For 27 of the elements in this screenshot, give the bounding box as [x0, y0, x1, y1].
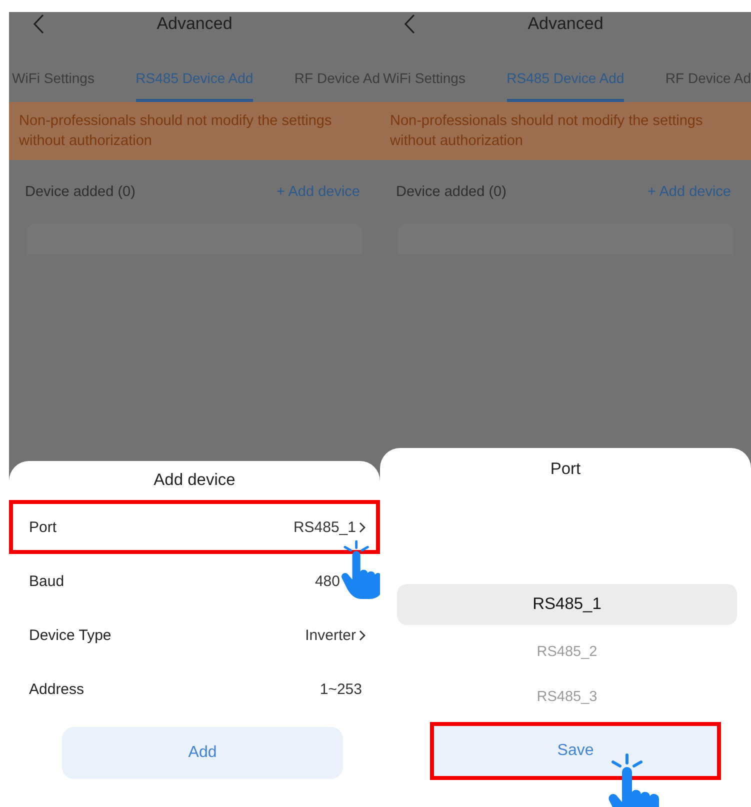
warning-banner: Non-professionals should not modify the settings without authorization	[9, 102, 380, 160]
row-value[interactable]: 1~253	[320, 680, 362, 698]
tap-hand-icon	[607, 752, 661, 807]
back-icon[interactable]	[402, 12, 417, 36]
device-count: Device added (0)	[25, 184, 136, 200]
row-label: Address	[29, 680, 84, 698]
back-icon[interactable]	[31, 12, 46, 36]
row-label: Port	[29, 518, 57, 536]
row-value[interactable]: 480	[314, 572, 340, 590]
add-button[interactable]: Add	[62, 727, 343, 779]
add-device-link[interactable]: + Add device	[648, 184, 731, 200]
picker-option[interactable]: RS485_2	[397, 629, 737, 674]
picker-option[interactable]: RS485_1	[397, 584, 737, 625]
warning-banner: Non-professionals should not modify the settings without authorization	[380, 102, 751, 160]
row-value[interactable]: Inverter	[305, 626, 356, 644]
device-count: Device added (0)	[396, 184, 506, 200]
page-title: Advanced	[528, 14, 604, 34]
row-label: Device Type	[29, 626, 112, 644]
picker-option[interactable]: RS485_3	[397, 674, 737, 719]
row-label: Baud	[29, 572, 64, 590]
sheet-title: Port	[549, 459, 582, 480]
tap-hand-icon	[340, 539, 380, 599]
add-device-link[interactable]: + Add device	[276, 184, 360, 200]
row-value[interactable]: RS485_1	[293, 518, 356, 536]
save-button[interactable]: Save	[434, 726, 717, 776]
page-title: Advanced	[156, 14, 232, 34]
sheet-title: Add device	[152, 470, 236, 491]
